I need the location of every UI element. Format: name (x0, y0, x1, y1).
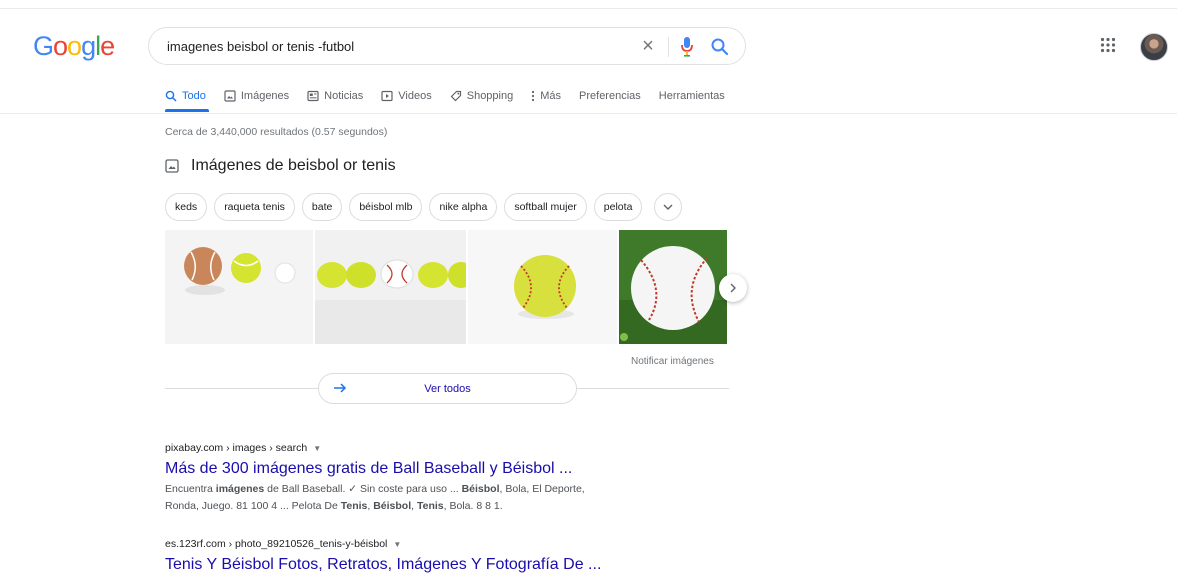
chevron-right-icon (730, 283, 736, 293)
result-cite: es.123rf.com › photo_89210526_tenis-y-bé… (165, 538, 725, 550)
search-box[interactable]: imagenes beisbol or tenis -futbol × (148, 27, 746, 65)
search-icon (165, 90, 177, 102)
chip-keds[interactable]: keds (165, 193, 208, 221)
chip-softball-mujer[interactable]: softball mujer (504, 193, 587, 221)
tab-label: Shopping (466, 90, 514, 102)
see-all-label: Ver todos (424, 382, 471, 395)
search-divider (668, 37, 669, 57)
report-images-link[interactable]: Notificar imágenes (631, 356, 714, 367)
tab-preferencias[interactable]: Preferencias (579, 90, 641, 102)
news-icon (307, 90, 319, 102)
tab-label: Todo (182, 90, 206, 102)
search-input[interactable]: imagenes beisbol or tenis -futbol (167, 39, 354, 54)
clear-icon[interactable]: × (636, 34, 660, 58)
caret-down-icon[interactable]: ▼ (313, 444, 321, 453)
chevron-down-icon (663, 204, 673, 210)
tab-label: Más (540, 90, 562, 102)
caret-down-icon[interactable]: ▼ (393, 540, 401, 549)
image-thumbnail[interactable] (467, 230, 618, 344)
result-url[interactable]: pixabay.com › images › search (165, 442, 307, 454)
image-icon (165, 159, 179, 173)
tab-imagenes[interactable]: Imágenes (224, 90, 289, 102)
chip-nike-alpha[interactable]: nike alpha (429, 193, 498, 221)
tab-label: Imágenes (240, 90, 290, 102)
search-result: es.123rf.com › photo_89210526_tenis-y-bé… (165, 538, 725, 574)
tab-videos[interactable]: Videos (381, 90, 432, 102)
tab-label: Noticias (324, 90, 364, 102)
result-title-link[interactable]: Más de 300 imágenes gratis de Ball Baseb… (165, 460, 725, 478)
see-all-button[interactable]: Ver todos (318, 373, 577, 404)
google-logo[interactable]: Google (33, 31, 115, 62)
tab-herramientas[interactable]: Herramientas (659, 90, 725, 102)
result-stats: Cerca de 3,440,000 resultados (0.57 segu… (165, 126, 388, 138)
tab-noticias[interactable]: Noticias (307, 90, 363, 102)
top-divider (0, 8, 1177, 9)
snippet-line: Encuentra imágenes de Ball Baseball. ✓ S… (165, 483, 585, 495)
image-thumbnail[interactable] (619, 230, 728, 344)
tag-icon (450, 90, 461, 102)
chip-bate[interactable]: bate (301, 193, 343, 221)
result-title-link[interactable]: Tenis Y Béisbol Fotos, Retratos, Imágene… (165, 556, 725, 574)
tab-label: Preferencias (579, 90, 641, 102)
chips-expand-button[interactable] (654, 193, 683, 221)
image-thumbnail[interactable] (165, 230, 314, 344)
image-chips: keds raqueta tenis bate béisbol mlb nike… (165, 193, 683, 221)
image-thumbnail[interactable] (315, 230, 466, 344)
account-avatar[interactable] (1140, 33, 1168, 61)
tab-shopping[interactable]: Shopping (450, 90, 514, 102)
tabs-divider (0, 113, 1177, 114)
tab-label: Herramientas (658, 90, 725, 102)
images-title-text: Imágenes de beisbol or tenis (191, 157, 396, 174)
microphone-icon[interactable] (679, 36, 695, 58)
tab-todo[interactable]: Todo (165, 90, 206, 102)
chip-beisbol-mlb[interactable]: béisbol mlb (349, 193, 423, 221)
tab-mas[interactable]: Más (531, 90, 561, 102)
more-vert-icon (532, 90, 535, 102)
search-tabs: Todo Imágenes Noticias Videos Shopping M… (165, 87, 743, 105)
images-next-button[interactable] (719, 274, 747, 302)
chip-pelota[interactable]: pelota (593, 193, 643, 221)
apps-grid-icon[interactable] (1100, 37, 1116, 53)
result-snippet: Encuentra imágenes de Ball Baseball. ✓ S… (165, 481, 725, 515)
tab-label: Videos (398, 90, 432, 102)
image-icon (224, 90, 236, 102)
snippet-line: Ronda, Juego. 81 100 4 ... Pelota De Ten… (165, 500, 503, 512)
images-section-title: Imágenes de beisbol or tenis (165, 157, 396, 175)
search-icon[interactable] (710, 37, 730, 57)
arrow-right-icon (334, 383, 347, 393)
image-thumbnails (165, 230, 729, 344)
search-result: pixabay.com › images › search ▼ Más de 3… (165, 442, 725, 515)
result-url[interactable]: es.123rf.com › photo_89210526_tenis-y-bé… (165, 538, 387, 550)
chip-raqueta-tenis[interactable]: raqueta tenis (214, 193, 295, 221)
active-tab-indicator (165, 109, 209, 112)
video-icon (381, 90, 393, 102)
result-cite: pixabay.com › images › search ▼ (165, 442, 725, 454)
